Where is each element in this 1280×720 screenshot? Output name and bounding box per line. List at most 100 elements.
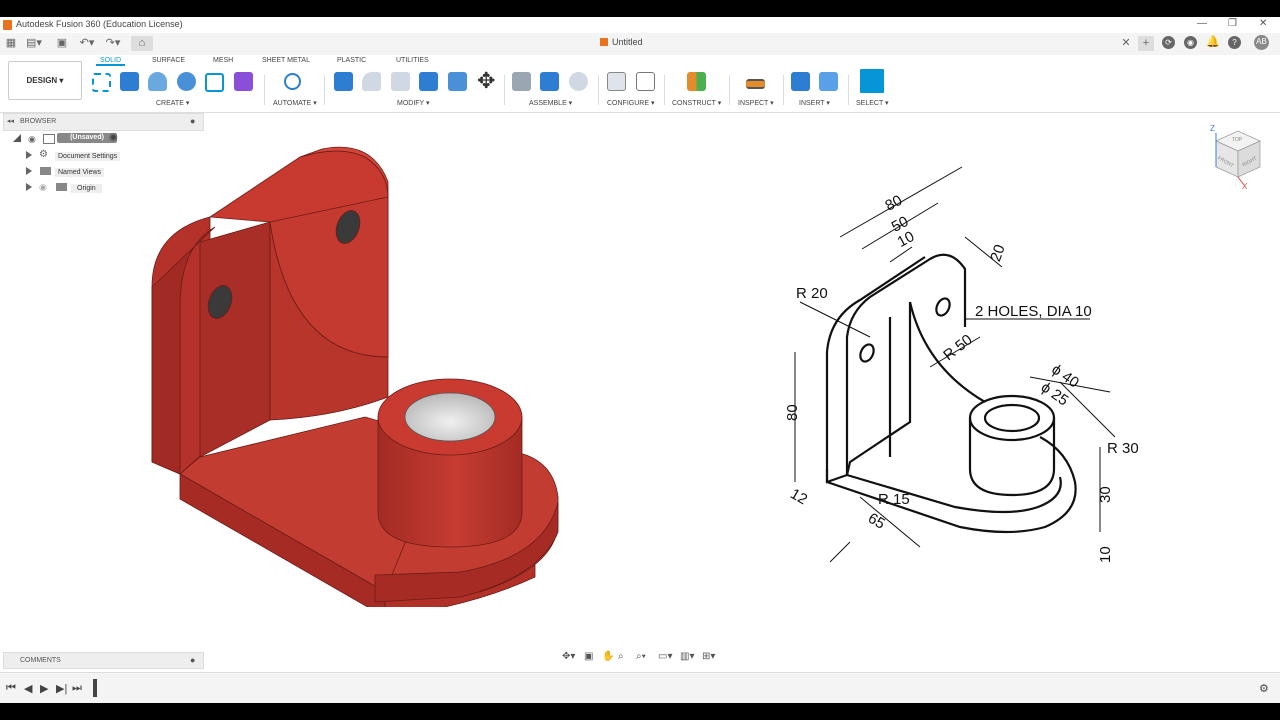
tab-solid[interactable]: SOLID xyxy=(96,57,126,66)
step-forward-icon[interactable]: ▶| xyxy=(56,682,67,695)
tab-utilities[interactable]: UTILITIES xyxy=(396,57,429,64)
browser-title: BROWSER xyxy=(20,118,57,125)
viewports-icon[interactable]: ⊞▾ xyxy=(702,651,715,662)
dim-12: 12 xyxy=(787,485,810,508)
combine-icon[interactable] xyxy=(419,72,438,91)
step-back-icon[interactable]: ◀ xyxy=(24,682,32,695)
extrude-icon[interactable] xyxy=(120,72,139,91)
expand-root-icon[interactable] xyxy=(13,134,21,142)
tab-surface[interactable]: SURFACE xyxy=(152,57,185,64)
group-inspect[interactable]: INSPECT ▾ xyxy=(738,99,774,107)
go-to-end-icon[interactable]: ⏭ xyxy=(72,682,82,695)
timeline-marker[interactable] xyxy=(93,679,97,697)
reference-drawing: 80 50 10 20 R 20 2 HOLES, DIA 10 R 50 ϕ … xyxy=(784,166,1139,563)
rectangular-pattern-icon[interactable] xyxy=(205,73,224,92)
dim-65: 65 xyxy=(865,510,888,533)
measure-icon[interactable] xyxy=(746,79,765,89)
pin-panel-icon[interactable]: ● xyxy=(190,116,195,126)
add-comment-icon[interactable]: ● xyxy=(190,655,195,665)
document-tab[interactable]: Untitled xyxy=(600,37,643,47)
group-select[interactable]: SELECT ▾ xyxy=(856,99,889,107)
tab-sheet-metal[interactable]: SHEET METAL xyxy=(262,57,310,64)
redo-icon[interactable]: ↷▾ xyxy=(104,36,122,51)
timeline-settings-icon[interactable]: ⚙ xyxy=(1259,682,1269,695)
collapse-panel-icon[interactable]: ◂◂ xyxy=(7,117,14,125)
group-insert[interactable]: INSERT ▾ xyxy=(799,99,830,107)
bracket-model[interactable] xyxy=(151,146,559,607)
split-body-icon[interactable] xyxy=(448,72,467,91)
activate-radio-icon[interactable]: ◉ xyxy=(109,132,118,143)
notifications-icon[interactable]: 🔔 xyxy=(1206,36,1220,49)
viewcube[interactable]: TOP FRONT RIGHT Z X xyxy=(1208,121,1268,191)
job-status-icon[interactable]: ◉ xyxy=(1184,36,1197,49)
group-configure[interactable]: CONFIGURE ▾ xyxy=(607,99,654,107)
undo-icon[interactable]: ↶▾ xyxy=(78,36,96,51)
new-component-icon[interactable] xyxy=(512,72,531,91)
extensions-icon[interactable]: ⟳ xyxy=(1162,36,1175,49)
configure-icon[interactable] xyxy=(607,72,626,91)
joint-icon[interactable] xyxy=(540,72,559,91)
ribbon-separator xyxy=(264,75,265,105)
axis-z-label: Z xyxy=(1210,124,1215,133)
select-icon[interactable] xyxy=(860,69,884,93)
create-sketch-icon[interactable] xyxy=(92,73,111,92)
minimize-icon[interactable]: — xyxy=(1197,18,1207,29)
group-create[interactable]: CREATE ▾ xyxy=(156,99,189,107)
visibility-eye-icon[interactable]: ◉ xyxy=(28,134,36,145)
group-modify[interactable]: MODIFY ▾ xyxy=(397,99,430,107)
workspace-switcher[interactable]: DESIGN ▾ xyxy=(8,61,82,100)
toolbar-ribbon: DESIGN ▾ SOLID SURFACE MESH SHEET METAL … xyxy=(0,55,1280,113)
tab-mesh[interactable]: MESH xyxy=(213,57,233,64)
close-tab-icon[interactable]: ✕ xyxy=(1120,36,1132,51)
model-viewport[interactable] xyxy=(140,127,580,607)
as-built-joint-icon[interactable] xyxy=(569,72,588,91)
save-icon[interactable]: ▣ xyxy=(56,36,68,51)
new-tab-icon[interactable]: + xyxy=(1138,36,1154,51)
tab-plastic[interactable]: PLASTIC xyxy=(337,57,366,64)
press-pull-icon[interactable] xyxy=(334,72,353,91)
ribbon-separator xyxy=(664,75,665,105)
look-at-icon[interactable]: ▣ xyxy=(584,651,593,662)
display-settings-icon[interactable]: ▭▾ xyxy=(658,651,672,662)
file-menu-icon[interactable]: ▤▾ xyxy=(26,36,42,51)
restore-icon[interactable]: ❐ xyxy=(1228,18,1237,29)
fusion-window: Autodesk Fusion 360 (Education License) … xyxy=(0,17,1280,703)
window-title: Autodesk Fusion 360 (Education License) xyxy=(16,19,183,29)
dim-r50: R 50 xyxy=(940,331,975,364)
ribbon-separator xyxy=(598,75,599,105)
expand-arrow-icon[interactable] xyxy=(26,167,32,175)
shell-icon[interactable] xyxy=(391,72,410,91)
configuration-table-icon[interactable] xyxy=(636,72,655,91)
help-icon[interactable]: ? xyxy=(1228,36,1241,49)
user-avatar[interactable]: AB xyxy=(1254,35,1269,50)
dim-r15: R 15 xyxy=(878,491,910,508)
insert-derive-icon[interactable] xyxy=(791,72,810,91)
comments-panel[interactable]: COMMENTS ● xyxy=(3,652,204,669)
expand-arrow-icon[interactable] xyxy=(26,183,32,191)
hidden-eye-icon[interactable]: ◉ xyxy=(39,182,47,193)
pan-icon[interactable]: ✋ xyxy=(602,651,614,662)
hole-icon[interactable] xyxy=(177,72,196,91)
group-automate[interactable]: AUTOMATE ▾ xyxy=(273,99,317,107)
fusion-logo-icon xyxy=(3,20,12,30)
apps-grid-icon[interactable]: ▦ xyxy=(5,36,17,51)
fillet-icon[interactable] xyxy=(362,72,381,91)
go-to-start-icon[interactable]: ⏮ xyxy=(6,682,16,695)
fit-icon[interactable]: ⌕▾ xyxy=(636,651,646,662)
automate-icon[interactable] xyxy=(284,73,301,90)
offset-plane-icon[interactable] xyxy=(687,72,706,91)
home-icon[interactable]: ⌂ xyxy=(131,36,153,51)
grid-settings-icon[interactable]: ▥▾ xyxy=(680,651,694,662)
move-icon[interactable]: ✥ xyxy=(477,68,496,93)
expand-arrow-icon[interactable] xyxy=(26,151,32,159)
orbit-icon[interactable]: ✥▾ xyxy=(562,651,575,662)
form-icon[interactable] xyxy=(234,72,253,91)
zoom-icon[interactable]: ⌕ xyxy=(618,651,624,662)
group-assemble[interactable]: ASSEMBLE ▾ xyxy=(529,99,572,107)
dim-holes: 2 HOLES, DIA 10 xyxy=(975,303,1092,320)
revolve-icon[interactable] xyxy=(148,72,167,91)
group-construct[interactable]: CONSTRUCT ▾ xyxy=(672,99,721,107)
play-icon[interactable]: ▶ xyxy=(40,682,48,695)
insert-canvas-icon[interactable] xyxy=(819,72,838,91)
close-window-icon[interactable]: ✕ xyxy=(1259,18,1267,29)
